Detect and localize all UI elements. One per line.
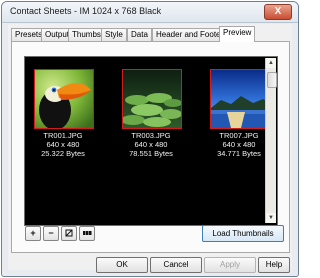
tab-data[interactable]: Data <box>127 28 152 41</box>
window-title: Contact Sheets - IM 1024 x 768 Black <box>10 6 162 16</box>
load-thumbnails-button[interactable]: Load Thumbnails <box>202 225 284 242</box>
thumbnail-tr003[interactable] <box>122 69 182 129</box>
lake-landscape-photo <box>211 70 269 128</box>
thumbnail-grid-button[interactable] <box>79 226 95 241</box>
thumbnail-filename: TR001.JPG <box>43 131 83 140</box>
dialog-client-area: Presets Output Thumbs Style Data Header … <box>8 24 292 273</box>
zoom-out-button[interactable]: − <box>43 226 59 241</box>
tab-header-and-footer[interactable]: Header and Footer <box>152 28 228 41</box>
scroll-down-arrow-icon[interactable]: ▼ <box>266 213 276 223</box>
zoom-in-button[interactable]: + <box>25 226 41 241</box>
dialog-window: Contact Sheets - IM 1024 x 768 Black X P… <box>1 1 299 277</box>
ok-button[interactable]: OK <box>96 257 148 273</box>
grid-icon <box>83 231 92 235</box>
preview-scrollbar[interactable]: ▲ ▼ <box>265 58 277 223</box>
plus-icon: + <box>30 228 36 238</box>
thumbnail-dimensions: 640 x 480 <box>46 140 80 149</box>
thumbnail-size: 78.551 Bytes <box>129 149 173 158</box>
thumbnail-caption: TR003.JPG 640 x 480 78.551 Bytes <box>111 131 191 158</box>
preview-tab-panel: TR001.JPG 640 x 480 25.322 Bytes TR003.J… <box>11 41 290 253</box>
fit-size-button[interactable] <box>61 226 77 241</box>
thumbnail-caption: TR001.JPG 640 x 480 25.322 Bytes <box>25 131 103 158</box>
cancel-button[interactable]: Cancel <box>150 257 202 273</box>
tab-preview[interactable]: Preview <box>219 26 256 42</box>
thumbnail-tr007[interactable] <box>210 69 270 129</box>
preview-area[interactable]: TR001.JPG 640 x 480 25.322 Bytes TR003.J… <box>24 56 278 226</box>
toucan-photo <box>35 70 93 128</box>
fit-size-icon <box>65 229 73 237</box>
tab-style[interactable]: Style <box>101 28 127 41</box>
lily-pads-photo <box>123 70 181 128</box>
help-button[interactable]: Help <box>258 257 290 273</box>
tab-thumbs[interactable]: Thumbs <box>68 28 105 41</box>
close-icon: X <box>274 6 282 17</box>
thumbnail-dimensions: 640 x 480 <box>134 140 168 149</box>
thumbnail-tr001[interactable] <box>34 69 94 129</box>
title-bar[interactable]: Contact Sheets - IM 1024 x 768 Black X <box>2 2 298 23</box>
scrollbar-thumb[interactable] <box>267 72 277 88</box>
thumbnail-filename: TR003.JPG <box>131 131 171 140</box>
apply-button[interactable]: Apply <box>204 257 256 273</box>
minus-icon: − <box>48 228 54 238</box>
thumbnail-size: 25.322 Bytes <box>41 149 85 158</box>
scroll-up-arrow-icon[interactable]: ▲ <box>266 58 276 68</box>
close-button[interactable]: X <box>264 4 292 20</box>
